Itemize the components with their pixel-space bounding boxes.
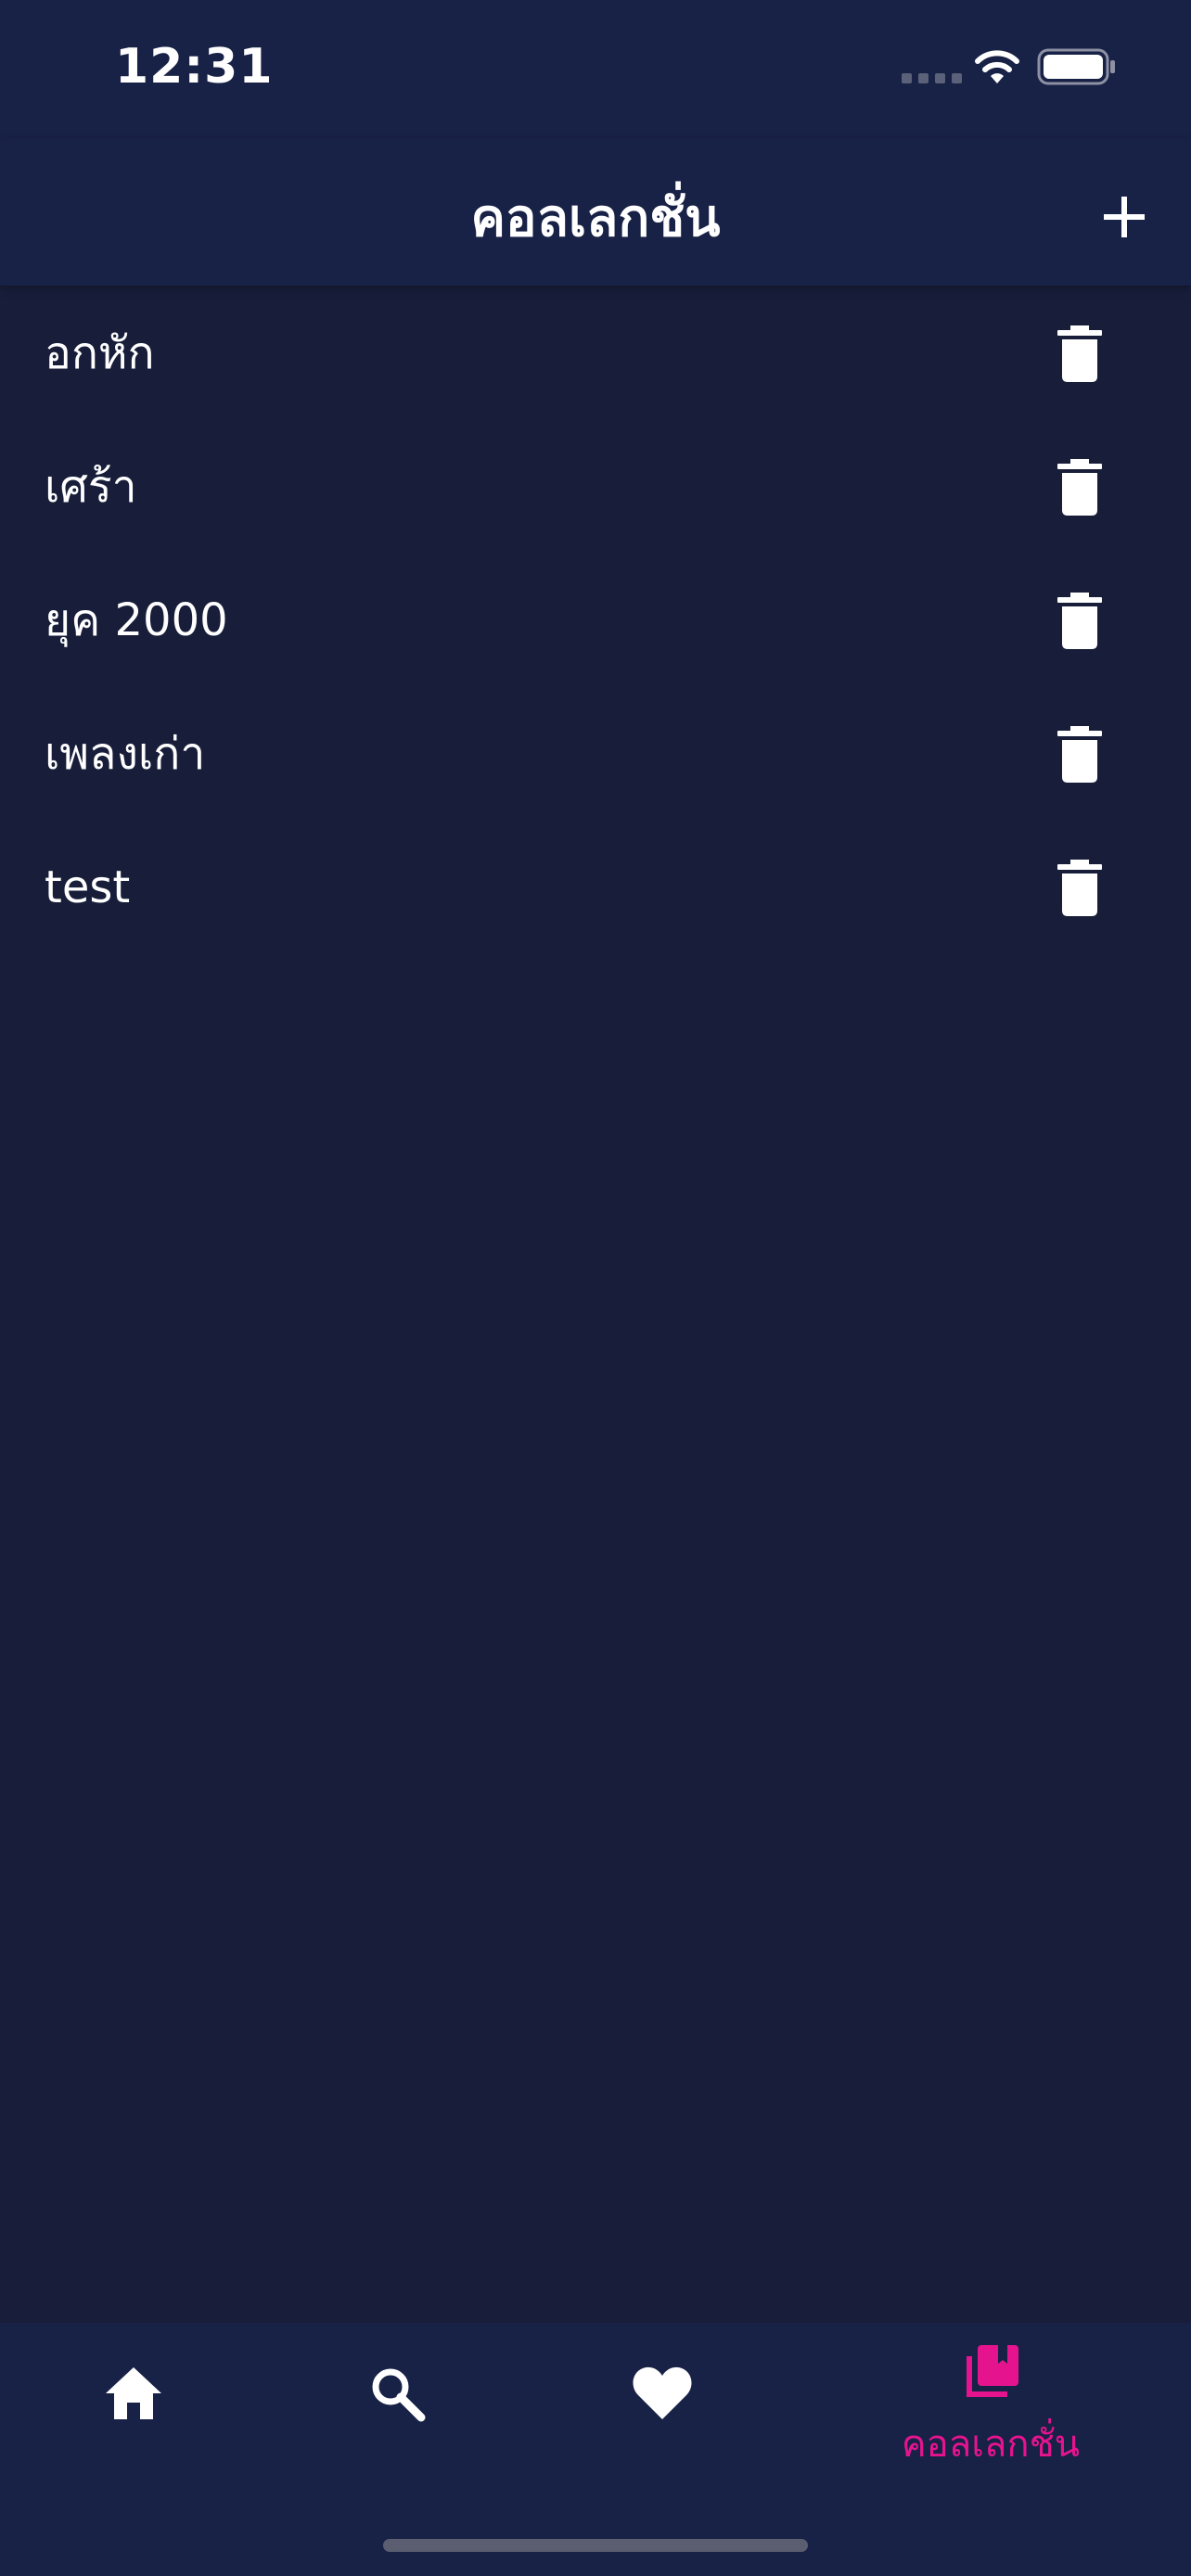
list-item[interactable]: test [0, 822, 1191, 955]
collection-name: ยุค 2000 [45, 594, 228, 646]
delete-button[interactable] [1050, 323, 1109, 386]
wifi-icon [975, 50, 1019, 83]
list-item[interactable]: เศร้า [0, 421, 1191, 555]
home-indicator [383, 2539, 808, 2552]
collections-icon [967, 2345, 1018, 2397]
list-item[interactable]: ยุค 2000 [0, 555, 1191, 688]
search-icon [372, 2368, 426, 2422]
trash-icon [1057, 325, 1102, 382]
delete-button[interactable] [1050, 590, 1109, 653]
collection-name: เศร้า [45, 461, 137, 513]
trash-icon [1057, 459, 1102, 516]
list-item[interactable]: เพลงเก่า [0, 688, 1191, 822]
cellular-signal-icon [902, 73, 962, 83]
tab-label: คอลเลกชั่น [901, 2423, 1081, 2466]
delete-button[interactable] [1050, 857, 1109, 920]
battery-icon [1037, 48, 1115, 85]
tab-favorites[interactable] [596, 2323, 729, 2508]
collection-name: อกหัก [45, 327, 155, 379]
delete-button[interactable] [1050, 723, 1109, 786]
collection-name: เพลงเก่า [45, 728, 206, 780]
header-bar: คอลเลกชั่น [0, 139, 1191, 286]
collections-screen: 12:31 คอลเลกชั่น อกหัก เศร้า ยุค 2000 เพ… [0, 0, 1191, 2576]
delete-button[interactable] [1050, 456, 1109, 519]
page-title: คอลเลกชั่น [470, 188, 721, 249]
add-collection-button[interactable] [1091, 184, 1158, 250]
trash-icon [1057, 593, 1102, 649]
trash-icon [1057, 726, 1102, 783]
collection-name: test [45, 861, 131, 913]
tab-collections[interactable]: คอลเลกชั่น [883, 2323, 1098, 2508]
status-bar: 12:31 [0, 0, 1191, 139]
home-icon [106, 2367, 161, 2419]
heart-icon [633, 2366, 692, 2419]
tab-search[interactable] [330, 2323, 464, 2508]
status-time: 12:31 [115, 39, 274, 95]
trash-icon [1057, 860, 1102, 916]
collections-list: อกหัก เศร้า ยุค 2000 เพลงเก่า test [0, 287, 1191, 955]
plus-icon [1104, 197, 1145, 237]
tab-home[interactable] [67, 2323, 200, 2508]
list-item[interactable]: อกหัก [0, 287, 1191, 421]
